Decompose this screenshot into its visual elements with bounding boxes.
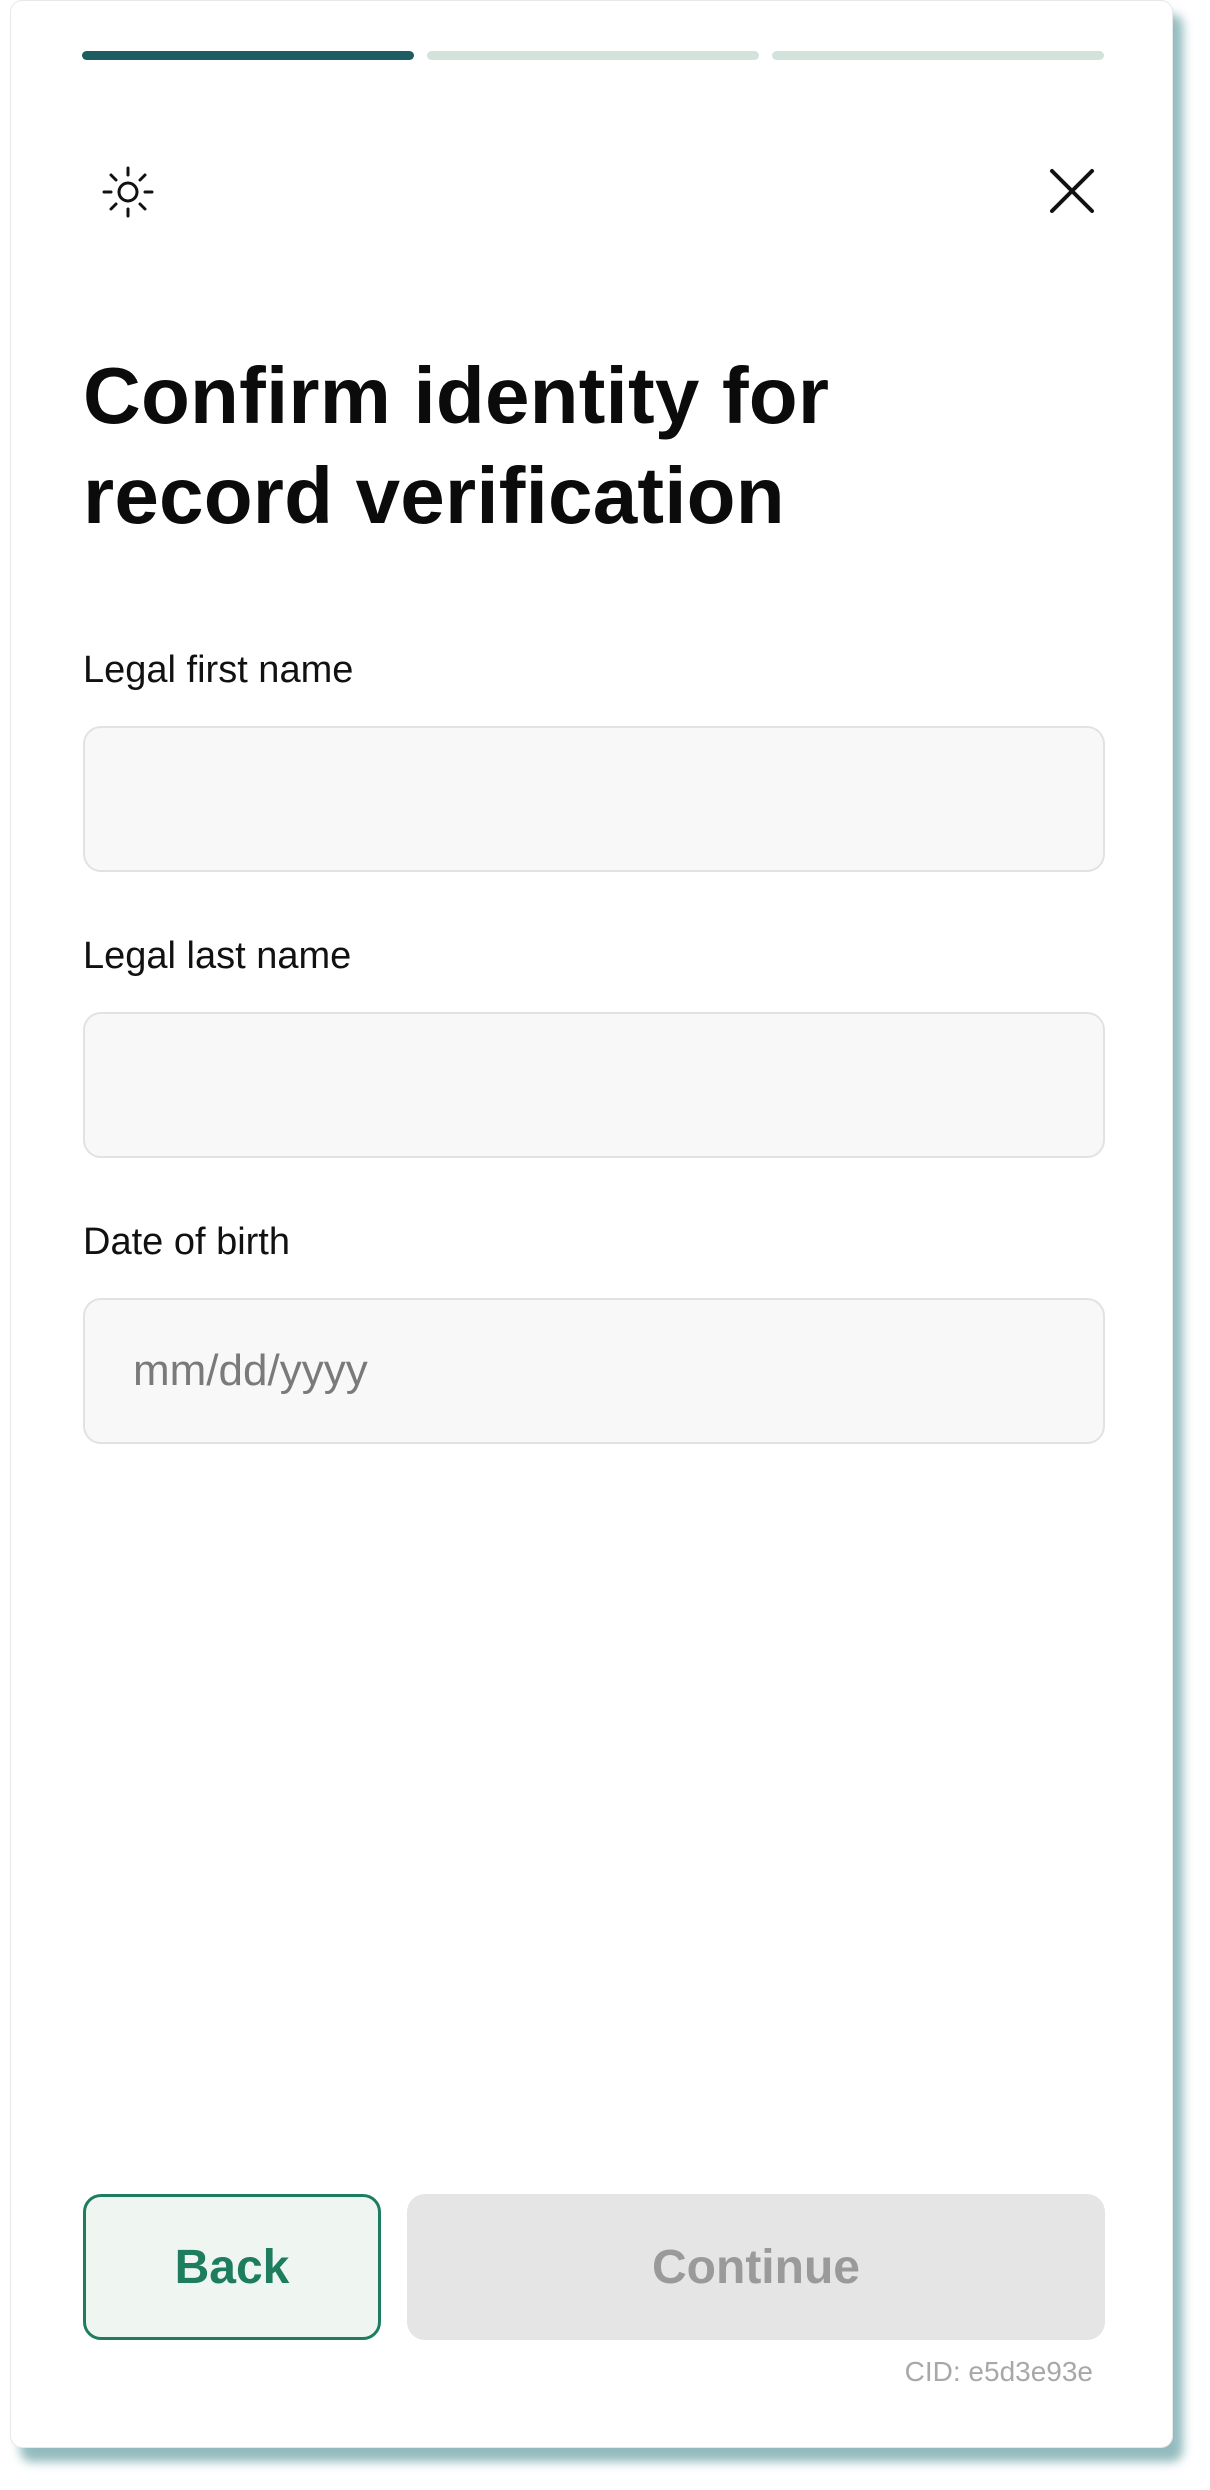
page-title-line-1: Confirm identity for bbox=[83, 351, 830, 440]
progress-step-3 bbox=[772, 51, 1104, 60]
first-name-input[interactable] bbox=[83, 726, 1105, 872]
back-button[interactable]: Back bbox=[83, 2194, 381, 2340]
first-name-label: Legal first name bbox=[83, 649, 354, 691]
progress-step-2 bbox=[427, 51, 759, 60]
page-title: Confirm identity for record verification bbox=[83, 346, 1083, 546]
sun-icon bbox=[102, 166, 154, 218]
progress-step-1 bbox=[82, 51, 414, 60]
close-icon bbox=[1050, 169, 1094, 213]
last-name-input[interactable] bbox=[83, 1012, 1105, 1158]
verification-card: Confirm identity for record verification… bbox=[10, 0, 1173, 2448]
cid-label: CID: e5d3e93e bbox=[904, 2356, 1093, 2387]
last-name-label: Legal last name bbox=[83, 935, 352, 977]
theme-toggle-button[interactable] bbox=[94, 158, 162, 226]
dob-label: Date of birth bbox=[83, 1221, 290, 1263]
continue-button: Continue bbox=[407, 2194, 1105, 2340]
progress-bar bbox=[82, 51, 1104, 60]
page-title-line-2: record verification bbox=[83, 451, 785, 540]
close-button[interactable] bbox=[1038, 157, 1106, 225]
dob-input[interactable] bbox=[83, 1298, 1105, 1444]
